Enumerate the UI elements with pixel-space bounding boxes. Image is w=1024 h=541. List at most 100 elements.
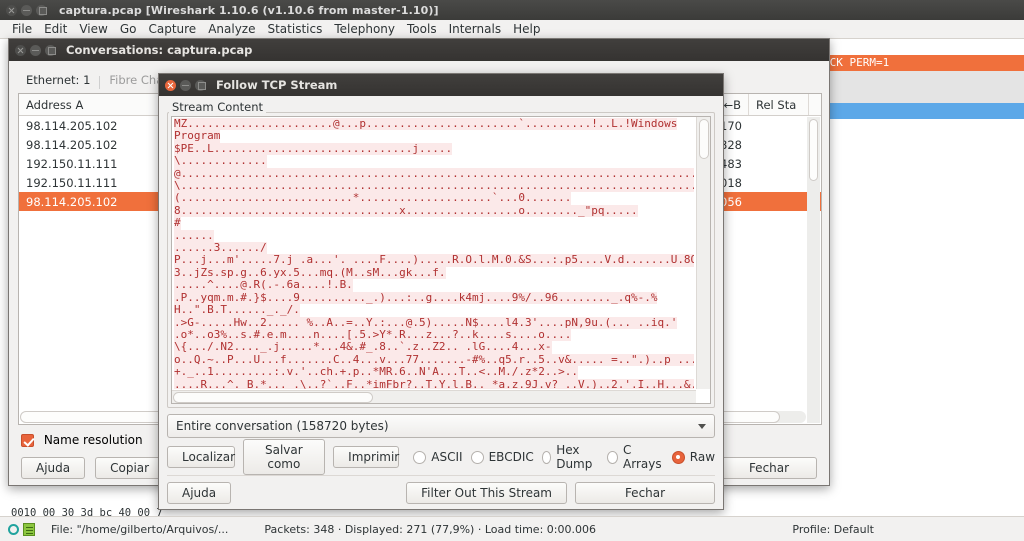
follow-help-button[interactable]: Ajuda xyxy=(167,482,232,504)
stream-line: MZ......................@...p...........… xyxy=(174,118,678,131)
maximize-icon[interactable] xyxy=(195,79,206,91)
conversation-selector[interactable]: Entire conversation (158720 bytes) xyxy=(167,414,715,438)
packet-row[interactable] xyxy=(819,71,1024,87)
stream-content-group: Stream Content MZ......................@… xyxy=(167,100,715,408)
radio-ebcdic[interactable]: EBCDIC xyxy=(470,450,534,464)
packet-row[interactable] xyxy=(819,103,1024,119)
name-resolution-label: Name resolution xyxy=(43,433,143,447)
menu-telephony[interactable]: Telephony xyxy=(328,20,401,38)
minimize-icon[interactable] xyxy=(180,79,191,91)
chevron-down-icon[interactable] xyxy=(698,423,706,429)
follow-title: Follow TCP Stream xyxy=(216,78,338,92)
checkbox-icon[interactable] xyxy=(21,434,34,447)
column-header-address-a[interactable]: Address A xyxy=(19,94,169,115)
status-profile[interactable]: Profile: Default xyxy=(792,523,874,536)
minimize-icon[interactable] xyxy=(21,4,32,16)
cell-address-a: 98.114.205.102 xyxy=(26,137,118,152)
menu-capture[interactable]: Capture xyxy=(142,20,202,38)
scrollbar-thumb[interactable] xyxy=(173,392,373,403)
conversations-window-controls[interactable] xyxy=(15,44,56,56)
radio-hex-dump-label: Hex Dump xyxy=(556,443,593,471)
menu-edit[interactable]: Edit xyxy=(38,20,73,38)
filter-out-this-stream-button[interactable]: Filter Out This Stream xyxy=(406,482,567,504)
scrollbar-thumb[interactable] xyxy=(809,119,818,181)
cell-address-a: 192.150.11.111 xyxy=(26,156,118,171)
stream-line: \............. xyxy=(174,154,267,168)
packet-row[interactable] xyxy=(819,135,1024,151)
menu-view[interactable]: View xyxy=(73,20,113,38)
conversations-help-button[interactable]: Ajuda xyxy=(21,457,86,479)
follow-content: Stream Content MZ......................@… xyxy=(159,96,723,511)
radio-hex-dump[interactable]: Hex Dump xyxy=(541,443,599,471)
close-icon[interactable] xyxy=(15,44,26,56)
menu-help[interactable]: Help xyxy=(507,20,546,38)
conversations-buttons: Ajuda Copiar xyxy=(21,457,165,479)
packet-row-selected[interactable]: ACK PERM=1 xyxy=(819,55,1024,71)
radio-ascii[interactable]: ASCII xyxy=(413,450,463,464)
radio-icon[interactable] xyxy=(413,450,427,464)
menu-analyze[interactable]: Analyze xyxy=(202,20,261,38)
menu-tools[interactable]: Tools xyxy=(401,20,443,38)
minimize-icon[interactable] xyxy=(30,44,41,56)
cell-rel-start xyxy=(749,192,809,211)
radio-icon[interactable] xyxy=(470,450,484,464)
stream-content-view[interactable]: MZ......................@...p...........… xyxy=(171,116,711,404)
name-resolution-checkbox[interactable]: Name resolution xyxy=(21,433,143,447)
stream-horizontal-scrollbar[interactable] xyxy=(172,390,696,403)
conversation-selector-value: Entire conversation (158720 bytes) xyxy=(176,419,389,433)
stream-line: H..".B.T......_._/. xyxy=(174,303,300,317)
window-controls[interactable] xyxy=(6,4,47,16)
stream-line: Program xyxy=(174,129,221,143)
stream-line: (..........................*............… xyxy=(174,191,572,205)
divider xyxy=(167,475,715,476)
radio-c-arrays[interactable]: C Arrays xyxy=(607,443,664,471)
radio-ascii-label: ASCII xyxy=(431,450,463,464)
stream-line: .....^....@.R(.-.6a....!.B. xyxy=(174,278,353,292)
find-button[interactable]: Localizar xyxy=(167,446,235,468)
close-icon[interactable] xyxy=(6,4,17,16)
radio-raw[interactable]: Raw xyxy=(671,450,715,464)
radio-icon[interactable] xyxy=(541,450,552,464)
packet-row[interactable] xyxy=(819,39,1024,55)
maximize-icon[interactable] xyxy=(45,44,56,56)
conversations-copy-button[interactable]: Copiar xyxy=(95,457,165,479)
conversations-title: Conversations: captura.pcap xyxy=(66,43,253,57)
scrollbar-thumb[interactable] xyxy=(698,119,709,159)
packet-list[interactable]: ACK PERM=1 xyxy=(818,39,1024,199)
menu-statistics[interactable]: Statistics xyxy=(261,20,328,38)
save-as-button[interactable]: Salvar como xyxy=(242,439,326,475)
radio-icon[interactable] xyxy=(671,450,685,464)
stream-content-legend: Stream Content xyxy=(169,100,267,114)
follow-titlebar: Follow TCP Stream xyxy=(159,74,723,96)
follow-bottom-right: Filter Out This Stream Fechar xyxy=(406,482,715,504)
file-icon[interactable] xyxy=(23,522,35,536)
conversations-close-button[interactable]: Fechar xyxy=(721,457,817,479)
radio-ebcdic-label: EBCDIC xyxy=(488,450,534,464)
print-button[interactable]: Imprimir xyxy=(333,446,400,468)
cell-address-a: 98.114.205.102 xyxy=(26,118,118,133)
conversations-vertical-scrollbar[interactable] xyxy=(807,117,820,423)
tab-ethernet[interactable]: Ethernet: 1 xyxy=(18,71,98,89)
cell-address-a: 192.150.11.111 xyxy=(26,175,118,190)
status-packets: Packets: 348 · Displayed: 271 (77,9%) · … xyxy=(264,522,596,536)
menu-file[interactable]: File xyxy=(6,20,38,38)
menubar[interactable]: File Edit View Go Capture Analyze Statis… xyxy=(0,20,1024,39)
follow-tcp-stream-dialog: Follow TCP Stream Stream Content MZ.....… xyxy=(158,73,724,510)
status-file: File: "/home/gilberto/Arquivos/... xyxy=(51,522,229,536)
menu-go[interactable]: Go xyxy=(114,20,143,38)
maximize-icon[interactable] xyxy=(36,4,47,16)
follow-bottom-bar: Ajuda Filter Out This Stream Fechar xyxy=(167,482,715,504)
follow-close-button[interactable]: Fechar xyxy=(575,482,715,504)
radio-icon[interactable] xyxy=(607,450,619,464)
packet-row[interactable] xyxy=(819,87,1024,103)
stream-vertical-scrollbar[interactable] xyxy=(696,117,710,389)
conversations-titlebar: Conversations: captura.pcap xyxy=(9,39,829,61)
menu-internals[interactable]: Internals xyxy=(443,20,508,38)
capture-status-icon xyxy=(8,523,19,535)
follow-actions-row: Localizar Salvar como Imprimir ASCII EBC… xyxy=(167,439,715,475)
column-header-rel-start[interactable]: Rel Sta xyxy=(749,94,809,115)
cell-rel-start xyxy=(749,135,809,154)
packet-row[interactable] xyxy=(819,119,1024,135)
close-icon[interactable] xyxy=(165,79,176,91)
follow-window-controls[interactable] xyxy=(165,79,206,91)
